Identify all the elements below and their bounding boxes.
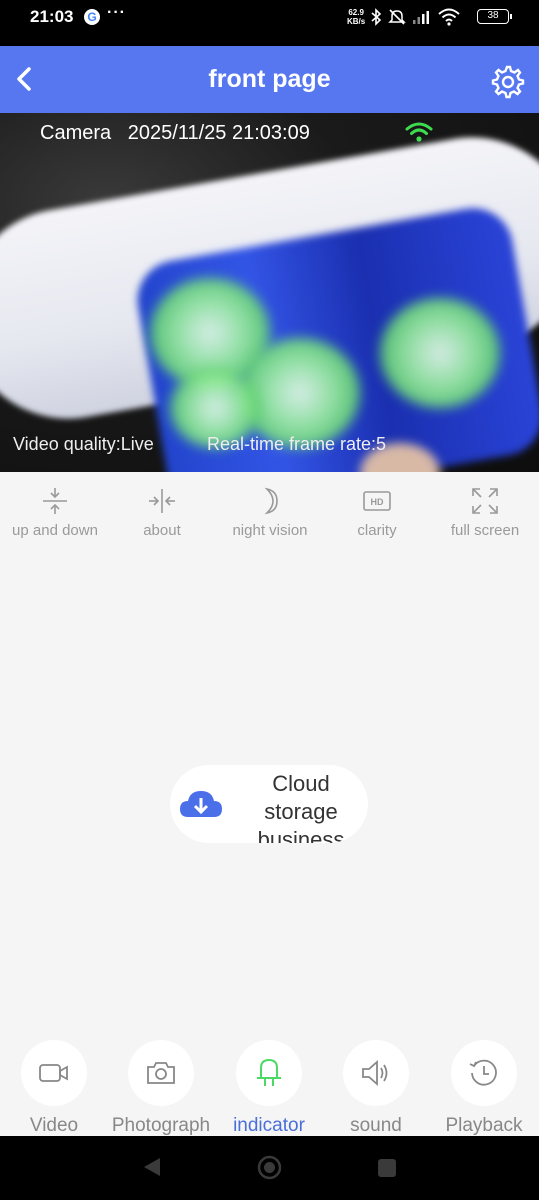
wifi-status-icon	[438, 8, 460, 26]
hd-icon: HD	[363, 491, 391, 511]
status-bar: 21:03 G ··· 62.9 KB/s 38	[0, 0, 539, 46]
nav-home-icon[interactable]	[257, 1155, 282, 1180]
page-title: front page	[208, 65, 331, 93]
battery-icon: 38	[477, 9, 512, 24]
light-bulb-icon	[257, 1058, 281, 1086]
net-speed: 62.9 KB/s	[347, 8, 366, 26]
app-header: front page	[0, 46, 539, 113]
wifi-signal-icon	[405, 122, 433, 142]
sound-button[interactable]: sound	[322, 1040, 430, 1137]
night-vision-label: night vision	[232, 522, 308, 539]
mute-icon	[388, 9, 406, 25]
about-button[interactable]: about	[107, 472, 217, 539]
cloud-download-icon	[180, 791, 222, 817]
system-navigation-bar	[0, 1136, 539, 1200]
bluetooth-icon	[371, 8, 382, 26]
video-camera-icon	[39, 1064, 68, 1082]
horizontal-flip-icon	[149, 489, 175, 513]
playback-button[interactable]: Playback	[430, 1040, 538, 1137]
vertical-flip-icon	[43, 488, 67, 514]
about-label: about	[143, 522, 181, 539]
cloud-storage-button[interactable]: Cloud storage business	[170, 765, 368, 843]
video-frame-bristle-tip	[380, 298, 500, 408]
speaker-icon	[362, 1060, 388, 1086]
nav-back-icon[interactable]	[142, 1156, 162, 1178]
full-screen-label: full screen	[450, 522, 520, 539]
bottom-action-bar: Video Photograph indicator sound Playbac…	[0, 1030, 539, 1136]
camera-video-feed[interactable]: Camera 2025/11/25 21:03:09 Video quality…	[0, 113, 539, 472]
camera-timestamp: Camera 2025/11/25 21:03:09	[40, 122, 310, 144]
up-and-down-label: up and down	[12, 522, 98, 539]
clarity-button[interactable]: HD clarity	[322, 472, 432, 539]
video-controls: up and down about night vision HD clarit…	[0, 472, 539, 552]
photograph-label: Photograph	[111, 1115, 211, 1136]
history-icon	[469, 1059, 497, 1086]
playback-label: Playback	[445, 1115, 523, 1136]
svg-text:HD: HD	[371, 497, 384, 507]
photograph-button[interactable]: Photograph	[107, 1040, 215, 1137]
moon-icon	[264, 487, 278, 515]
signal-icon	[413, 11, 429, 24]
google-icon: G	[84, 9, 100, 25]
clarity-label: clarity	[357, 522, 397, 539]
camera-icon	[147, 1062, 175, 1084]
video-quality-label: Video quality:Live	[13, 434, 154, 454]
full-screen-button[interactable]: full screen	[430, 472, 539, 539]
status-time: 21:03	[30, 7, 74, 26]
more-notifications-icon: ···	[107, 4, 126, 21]
up-and-down-button[interactable]: up and down	[0, 472, 110, 539]
indicator-label: indicator	[233, 1115, 305, 1136]
fullscreen-icon	[472, 488, 498, 514]
nav-recents-icon[interactable]	[377, 1158, 397, 1178]
frame-rate-label: Real-time frame rate:5	[207, 434, 387, 454]
sound-label: sound	[350, 1115, 402, 1136]
cloud-storage-label: Cloud storage business	[257, 771, 345, 843]
night-vision-button[interactable]: night vision	[215, 472, 325, 539]
video-label: Video	[29, 1115, 79, 1136]
gear-icon[interactable]	[491, 65, 525, 99]
video-frame-bristle-tip	[240, 338, 360, 448]
video-button[interactable]: Video	[0, 1040, 108, 1137]
indicator-button[interactable]: indicator	[215, 1040, 323, 1137]
